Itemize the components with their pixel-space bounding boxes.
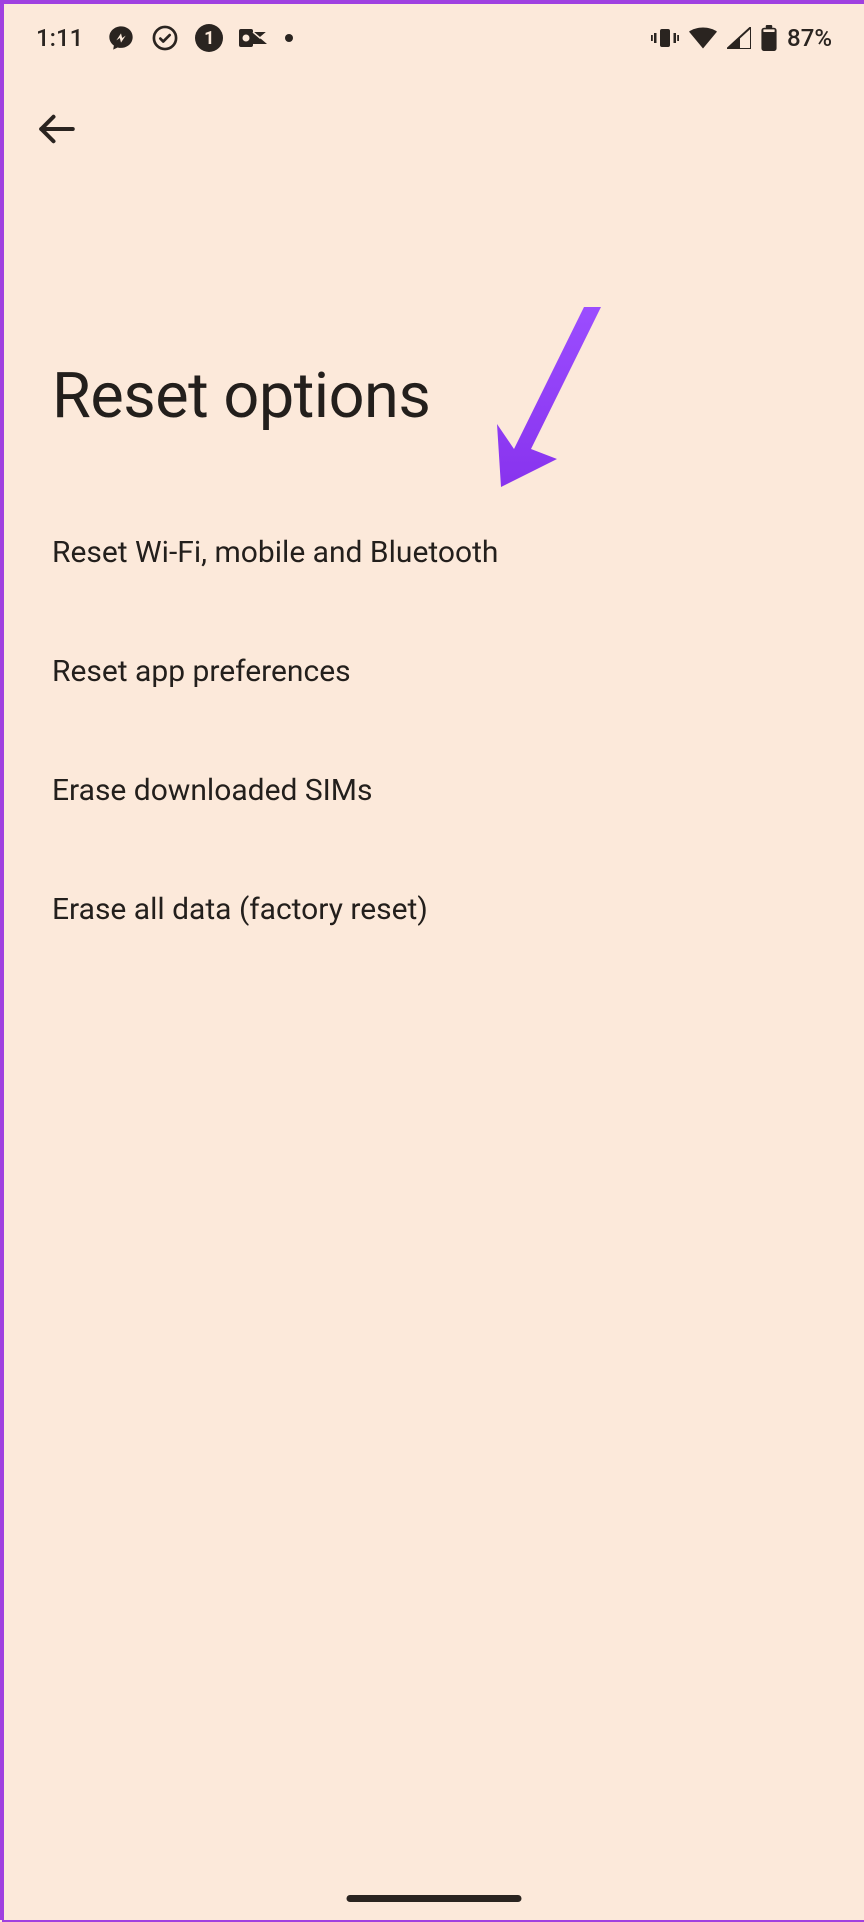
more-notifications-dot-icon xyxy=(285,34,293,42)
option-label: Reset app preferences xyxy=(52,654,351,689)
page-title: Reset options xyxy=(4,170,864,493)
option-label: Erase all data (factory reset) xyxy=(52,892,428,927)
status-bar: 1:11 1 87% xyxy=(4,4,864,68)
option-erase-downloaded-sims[interactable]: Erase downloaded SIMs xyxy=(4,731,864,850)
options-list: Reset Wi-Fi, mobile and Bluetooth Reset … xyxy=(4,493,864,969)
option-erase-all-data[interactable]: Erase all data (factory reset) xyxy=(4,850,864,969)
notification-badge-icon: 1 xyxy=(195,24,223,52)
clock-time: 1:11 xyxy=(36,24,83,52)
status-bar-left: 1:11 1 xyxy=(36,24,293,52)
outlook-icon xyxy=(239,26,269,50)
battery-icon xyxy=(761,25,777,51)
wifi-icon xyxy=(689,27,717,49)
arrow-left-icon xyxy=(36,108,78,150)
chat-icon xyxy=(107,24,135,52)
navigation-handle[interactable] xyxy=(347,1895,522,1902)
status-bar-right: 87% xyxy=(651,24,832,52)
option-label: Reset Wi-Fi, mobile and Bluetooth xyxy=(52,535,498,570)
signal-icon xyxy=(727,27,751,49)
battery-percentage: 87% xyxy=(787,24,832,52)
option-reset-wifi-mobile-bluetooth[interactable]: Reset Wi-Fi, mobile and Bluetooth xyxy=(4,493,864,612)
vibrate-icon xyxy=(651,26,679,50)
back-button[interactable] xyxy=(4,68,864,170)
cloud-check-icon xyxy=(151,24,179,52)
notification-count: 1 xyxy=(204,28,214,49)
option-label: Erase downloaded SIMs xyxy=(52,773,372,808)
option-reset-app-preferences[interactable]: Reset app preferences xyxy=(4,612,864,731)
